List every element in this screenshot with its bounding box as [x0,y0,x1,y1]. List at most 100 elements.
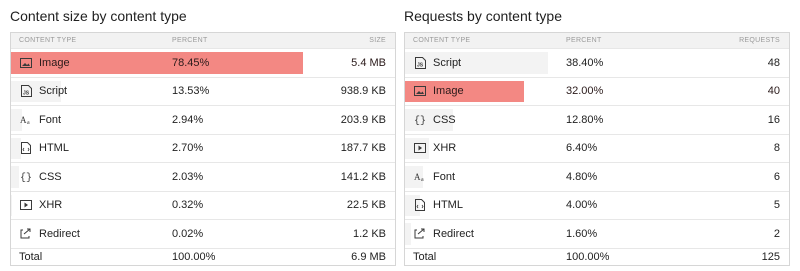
table-row[interactable]: Image 78.45% 5.4 MB [11,48,395,77]
total-value: 125 [761,250,780,263]
percent-value: 2.03% [172,170,204,183]
svg-text:JS: JS [417,62,424,68]
content-type-label: Redirect [39,227,80,240]
content-type-label: HTML [433,199,463,212]
value-text: 938.9 KB [340,85,386,98]
percent-cell: 32.00% [566,78,603,106]
percent-value: 6.40% [566,142,598,155]
table-row[interactable]: XHR 6.40% 8 [405,133,789,163]
table-header: CONTENT TYPE PERCENT SIZE [11,33,395,48]
value-text: 1.2 KB [352,227,386,240]
percent-value: 2.94% [172,113,204,126]
xhr-icon [413,142,427,154]
percent-value: 2.70% [172,142,204,155]
content-type-label: XHR [433,142,457,155]
content-type-cell: Aa Font [413,163,455,191]
percent-cell: 2.03% [172,163,203,191]
content-type-cell: Image [413,78,464,106]
table-row[interactable]: Aa Font 2.94% 203.9 KB [11,105,395,134]
redirect-icon [413,228,427,240]
share-bar [405,223,411,245]
value-cell: 938.9 KB [341,78,386,106]
xhr-icon [19,199,33,211]
panel-title: Content size by content type [10,8,187,24]
percent-value: 38.40% [566,56,604,69]
value-text: 5.4 MB [351,56,386,69]
percent-cell: 4.00% [566,192,597,220]
redirect-icon [19,228,33,240]
percent-cell: 6.40% [566,135,597,163]
percent-cell: 2.70% [172,135,203,163]
total-label: Total [19,250,43,263]
percent-cell: 12.80% [566,106,603,134]
table-header: CONTENT TYPE PERCENT REQUESTS [405,33,789,48]
value-cell: 5.4 MB [351,49,386,77]
share-bar [11,166,19,188]
content-type-cell: Redirect [413,220,474,248]
value-text: 6 [773,170,780,183]
value-cell: 48 [768,49,780,77]
value-text: 16 [767,113,780,126]
table-row[interactable]: HTML 4.00% 5 [405,190,789,220]
value-text: 203.9 KB [340,113,386,126]
content-type-label: Font [433,170,456,183]
percent-value: 0.02% [172,227,204,240]
value-text: 8 [773,142,780,155]
value-text: 5 [773,199,780,212]
table-row[interactable]: {} CSS 2.03% 141.2 KB [11,162,395,191]
svg-text:A: A [414,172,421,182]
percent-cell: 0.02% [172,220,203,248]
content-size-panel: Content size by content type CONTENT TYP… [10,0,396,266]
css-icon: {} [413,114,427,126]
content-type-label: Script [433,56,462,69]
percent-value: 13.53% [172,85,210,98]
percent-cell: 2.94% [172,106,203,134]
percent-cell: 0.32% [172,192,203,220]
percent-value: 4.80% [566,170,598,183]
total-percent: 100.00% [172,250,216,263]
value-cell: 203.9 KB [341,106,386,134]
svg-text:A: A [20,115,27,125]
table-row[interactable]: Image 32.00% 40 [405,76,789,106]
value-cell: 40 [768,78,780,106]
percent-value: 32.00% [566,85,604,98]
content-type-cell: Image [19,49,70,77]
panel-title: Requests by content type [404,8,562,24]
table-row[interactable]: {} CSS 12.80% 16 [405,105,789,134]
percent-value: 78.45% [172,56,210,69]
svg-text:a: a [27,120,30,125]
value-cell: 2 [774,220,780,248]
content-type-cell: JS Script [19,78,67,106]
percent-cell: 13.53% [172,78,209,106]
value-cell: 1.2 KB [353,220,386,248]
value-text: 40 [767,85,780,98]
header-value: SIZE [369,37,386,44]
percent-value: 12.80% [566,113,604,126]
table-row[interactable]: XHR 0.32% 22.5 KB [11,190,395,220]
value-text: 48 [767,56,780,69]
table-row[interactable]: JS Script 13.53% 938.9 KB [11,76,395,106]
table-row[interactable]: HTML 2.70% 187.7 KB [11,133,395,163]
font-icon: Aa [413,171,427,183]
image-icon [413,85,427,97]
table-row[interactable]: JS Script 38.40% 48 [405,48,789,77]
percent-value: 1.60% [566,227,598,240]
share-bar [11,194,13,216]
value-text: 22.5 KB [346,199,386,212]
content-type-label: Redirect [433,227,474,240]
value-cell: 8 [774,135,780,163]
table-row[interactable]: Aa Font 4.80% 6 [405,162,789,191]
font-icon: Aa [19,114,33,126]
table-row[interactable]: Redirect 0.02% 1.2 KB [11,219,395,248]
html-icon [413,199,427,212]
value-cell: 5 [774,192,780,220]
svg-text:}: } [26,172,32,182]
content-type-label: CSS [433,113,456,126]
value-text: 187.7 KB [340,142,386,155]
percent-value: 0.32% [172,199,204,212]
header-content-type: CONTENT TYPE [413,37,471,44]
content-type-label: Font [39,113,62,126]
table-row[interactable]: Redirect 1.60% 2 [405,219,789,248]
total-row: Total 100.00% 6.9 MB [11,247,395,265]
percent-cell: 38.40% [566,49,603,77]
